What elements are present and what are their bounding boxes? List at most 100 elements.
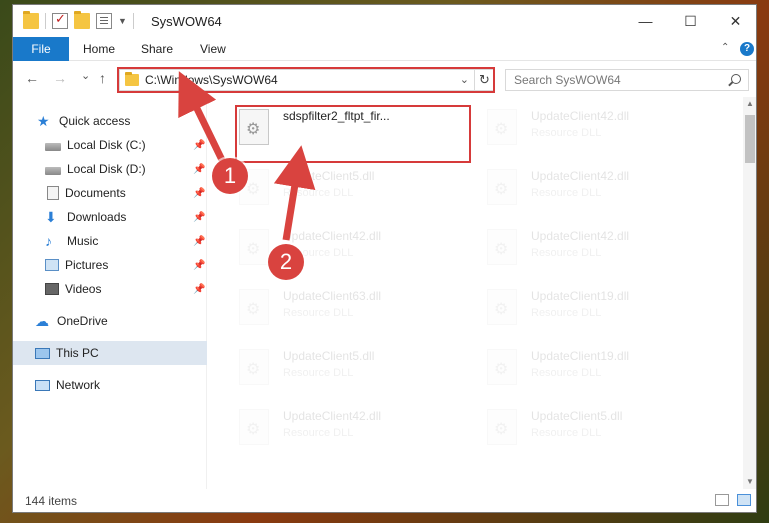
network-icon <box>35 379 50 391</box>
documents-icon <box>47 186 59 200</box>
tab-home[interactable]: Home <box>83 37 115 61</box>
file-type: Resource DLL <box>283 307 354 319</box>
file-type: Resource DLL <box>531 187 602 199</box>
sidebar-item-videos[interactable]: Videos 📌 <box>13 277 207 301</box>
folder-icon[interactable] <box>23 11 39 29</box>
toolbar-divider <box>45 13 46 29</box>
file-name: UpdateClient42.dll <box>531 229 630 243</box>
vertical-scrollbar[interactable]: ▲ ▼ <box>743 97 756 489</box>
file-item-sdspfilter[interactable]: sdspfilter2_fltpt_fir... <box>233 103 468 155</box>
properties-icon[interactable] <box>96 13 112 29</box>
address-dropdown-icon[interactable]: ⌄ <box>460 73 469 86</box>
properties-check-icon[interactable] <box>52 11 68 29</box>
quick-access-toolbar: ▼ <box>23 11 140 29</box>
close-button[interactable]: ✕ <box>713 5 756 37</box>
sidebar-item-label: Downloads <box>67 210 127 224</box>
sidebar-item-this-pc[interactable]: This PC <box>13 341 207 365</box>
maximize-button[interactable]: ☐ <box>668 5 713 37</box>
step-2-badge: 2 <box>268 244 304 280</box>
tab-share[interactable]: Share <box>141 37 173 61</box>
ribbon-tabs: File Home Share View ⌃ ? <box>13 37 756 61</box>
title-bar: ▼ SysWOW64 — ☐ ✕ <box>13 5 756 37</box>
pin-icon[interactable]: 📌 <box>193 212 205 223</box>
customize-toolbar-icon[interactable]: ▼ <box>118 16 127 26</box>
back-button[interactable]: ← <box>25 70 39 86</box>
cloud-icon: ☁ <box>35 313 49 329</box>
pin-icon[interactable]: 📌 <box>193 164 205 175</box>
minimize-button[interactable]: — <box>623 5 668 37</box>
pin-icon[interactable]: 📌 <box>193 260 205 271</box>
sidebar-item-label: This PC <box>56 346 99 360</box>
pin-icon[interactable]: 📌 <box>193 188 205 199</box>
pin-icon[interactable]: 📌 <box>193 284 205 295</box>
disk-icon <box>45 142 61 151</box>
file-name: UpdateClient5.dll <box>283 349 375 363</box>
pin-icon[interactable]: 📌 <box>193 236 205 247</box>
pin-icon[interactable]: 📌 <box>193 140 205 151</box>
file-item[interactable]: UpdateClient5.dll Resource DLL <box>481 403 716 455</box>
scroll-up-icon[interactable]: ▲ <box>743 97 756 111</box>
search-icon[interactable] <box>731 74 741 84</box>
sidebar-item-documents[interactable]: Documents 📌 <box>13 181 207 205</box>
sidebar-item-label: Pictures <box>65 258 109 272</box>
sidebar-item-music[interactable]: ♪ Music 📌 <box>13 229 207 253</box>
sidebar-item-quick-access[interactable]: ★ Quick access <box>13 109 207 133</box>
file-name: UpdateClient19.dll <box>531 289 630 303</box>
file-name: UpdateClient42.dll <box>283 409 382 423</box>
computer-icon <box>35 347 50 359</box>
scroll-down-icon[interactable]: ▼ <box>743 475 756 489</box>
sidebar-item-onedrive[interactable]: ☁ OneDrive <box>13 309 207 333</box>
sidebar-item-downloads[interactable]: ⬇ Downloads 📌 <box>13 205 207 229</box>
forward-button[interactable]: → <box>53 70 67 86</box>
file-item[interactable]: UpdateClient42.dll Resource DLL <box>481 223 716 275</box>
help-icon[interactable]: ? <box>740 42 754 56</box>
address-path[interactable]: C:\Windows\SysWOW64 <box>145 73 278 87</box>
file-list: sdspfilter2_fltpt_fir... UpdateClient42.… <box>209 97 742 489</box>
tab-file[interactable]: File <box>13 37 69 61</box>
star-icon: ★ <box>37 113 50 129</box>
file-name: UpdateClient19.dll <box>531 349 630 363</box>
sidebar-item-label: Documents <box>65 186 126 200</box>
file-item[interactable]: UpdateClient42.dll Resource DLL <box>481 163 716 215</box>
toolbar-divider <box>132 13 134 29</box>
file-name: UpdateClient42.dll <box>531 169 630 183</box>
sidebar-item-label: Quick access <box>59 114 131 128</box>
sidebar-item-local-disk-d[interactable]: Local Disk (D:) 📌 <box>13 157 207 181</box>
sidebar-item-label: Music <box>67 234 99 248</box>
search-input[interactable]: Search SysWOW64 <box>514 73 621 87</box>
music-icon: ♪ <box>45 233 52 249</box>
settings-file-icon <box>239 289 269 325</box>
videos-icon <box>45 283 59 295</box>
settings-file-icon <box>239 229 269 265</box>
file-item[interactable]: UpdateClient5.dll Resource DLL <box>233 163 468 215</box>
sidebar-item-network[interactable]: Network <box>13 373 207 397</box>
file-item[interactable]: UpdateClient19.dll Resource DLL <box>481 343 716 395</box>
sidebar-item-label: Local Disk (C:) <box>67 138 146 152</box>
file-item[interactable]: UpdateClient42.dll Resource DLL <box>481 103 716 155</box>
file-item[interactable]: UpdateClient42.dll Resource DLL <box>233 403 468 455</box>
file-name: UpdateClient5.dll <box>531 409 623 423</box>
address-bar[interactable]: C:\Windows\SysWOW64 ⌄ <box>119 69 475 91</box>
ribbon-collapse-icon[interactable]: ⌃ <box>721 42 729 53</box>
large-icons-view-icon[interactable] <box>737 494 751 506</box>
search-box[interactable]: Search SysWOW64 <box>505 69 749 91</box>
file-name: UpdateClient42.dll <box>283 229 382 243</box>
file-item[interactable]: UpdateClient19.dll Resource DLL <box>481 283 716 335</box>
settings-file-icon <box>487 229 517 265</box>
tab-view[interactable]: View <box>200 37 226 61</box>
file-item[interactable]: UpdateClient63.dll Resource DLL <box>233 283 468 335</box>
sidebar-item-local-disk-c[interactable]: Local Disk (C:) 📌 <box>13 133 207 157</box>
recent-locations-button[interactable]: ⌄ <box>81 69 90 82</box>
scroll-thumb[interactable] <box>745 115 755 163</box>
file-type: Resource DLL <box>283 427 354 439</box>
navigation-bar: ← → ⌄ ↑ C:\Windows\SysWOW64 ⌄ ↻ Search S… <box>13 61 756 97</box>
new-folder-icon[interactable] <box>74 11 90 29</box>
step-1-badge: 1 <box>212 158 248 194</box>
details-view-icon[interactable] <box>715 494 729 506</box>
file-item[interactable]: UpdateClient5.dll Resource DLL <box>233 343 468 395</box>
sidebar-item-label: OneDrive <box>57 314 108 328</box>
up-button[interactable]: ↑ <box>99 70 106 86</box>
refresh-button[interactable]: ↻ <box>475 69 495 91</box>
sidebar-item-pictures[interactable]: Pictures 📌 <box>13 253 207 277</box>
sidebar-item-label: Network <box>56 378 101 392</box>
